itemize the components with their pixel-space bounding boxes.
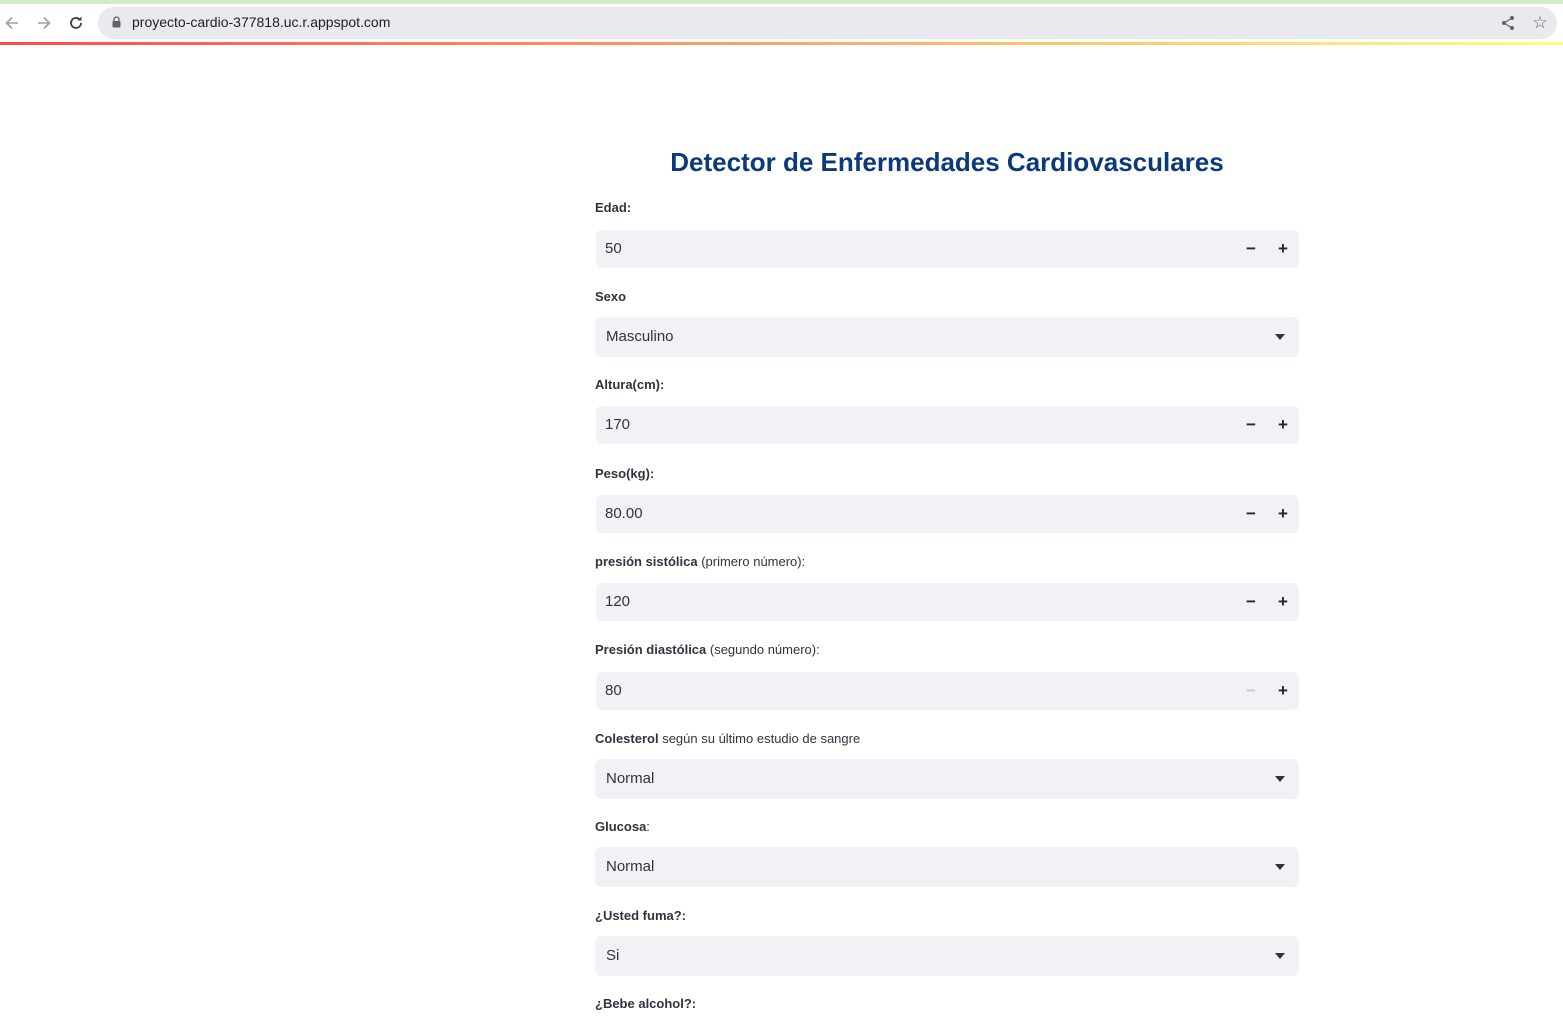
lock-icon[interactable] xyxy=(112,16,121,28)
chevron-down-icon[interactable] xyxy=(1275,334,1285,340)
reload-icon[interactable] xyxy=(65,12,87,34)
back-arrow-icon[interactable] xyxy=(1,12,23,34)
altura-decrement-button[interactable]: − xyxy=(1235,406,1267,444)
edad-value[interactable]: 50 xyxy=(605,240,622,257)
star-icon[interactable]: ☆ xyxy=(1530,13,1550,33)
sexo-select[interactable]: Masculino xyxy=(595,317,1299,357)
glucosa-value[interactable]: Normal xyxy=(606,858,654,875)
peso-increment-button[interactable]: + xyxy=(1267,495,1299,533)
glucosa-label: Glucosa: xyxy=(595,819,650,834)
edad-decrement-button[interactable]: − xyxy=(1235,230,1267,268)
sistolica-number-input[interactable]: 120 − + xyxy=(596,583,1299,621)
peso-decrement-button[interactable]: − xyxy=(1235,495,1267,533)
altura-number-input[interactable]: 170 − + xyxy=(596,406,1299,444)
edad-label: Edad: xyxy=(595,200,632,215)
altura-increment-button[interactable]: + xyxy=(1267,406,1299,444)
colesterol-value[interactable]: Normal xyxy=(606,770,654,787)
edad-number-input[interactable]: 50 − + xyxy=(596,230,1299,268)
peso-number-input[interactable]: 80.00 − + xyxy=(596,495,1299,533)
altura-value[interactable]: 170 xyxy=(605,416,630,433)
diastolica-value[interactable]: 80 xyxy=(605,682,622,699)
app-decoration-bar xyxy=(0,42,1563,45)
peso-label: Peso(kg): xyxy=(595,466,655,481)
share-icon[interactable] xyxy=(1498,13,1518,33)
forward-arrow-icon[interactable] xyxy=(33,12,55,34)
chevron-down-icon[interactable] xyxy=(1275,864,1285,870)
url-text[interactable]: proyecto-cardio-377818.uc.r.appspot.com xyxy=(132,14,390,30)
sexo-value[interactable]: Masculino xyxy=(606,328,674,345)
diastolica-number-input[interactable]: 80 − + xyxy=(596,672,1299,710)
colesterol-label: Colesterol según su último estudio de sa… xyxy=(595,731,861,746)
diastolica-decrement-button[interactable]: − xyxy=(1235,672,1267,710)
altura-label: Altura(cm): xyxy=(595,377,665,392)
alcohol-label: ¿Bebe alcohol?: xyxy=(595,996,697,1011)
sistolica-value[interactable]: 120 xyxy=(605,593,630,610)
fuma-select[interactable]: Si xyxy=(595,936,1299,976)
sistolica-increment-button[interactable]: + xyxy=(1267,583,1299,621)
diastolica-label: Presión diastólica (segundo número): xyxy=(595,642,820,657)
edad-increment-button[interactable]: + xyxy=(1267,230,1299,268)
diastolica-increment-button[interactable]: + xyxy=(1267,672,1299,710)
fuma-value[interactable]: Si xyxy=(606,947,619,964)
fuma-label: ¿Usted fuma?: xyxy=(595,908,686,923)
sexo-label: Sexo xyxy=(595,289,627,304)
browser-toolbar: proyecto-cardio-377818.uc.r.appspot.com … xyxy=(0,4,1563,42)
peso-value[interactable]: 80.00 xyxy=(605,505,643,522)
colesterol-select[interactable]: Normal xyxy=(595,759,1299,799)
sistolica-decrement-button[interactable]: − xyxy=(1235,583,1267,621)
sistolica-label: presión sistólica (primero número): xyxy=(595,554,806,569)
glucosa-select[interactable]: Normal xyxy=(595,847,1299,887)
page-title: Detector de Enfermedades Cardiovasculare… xyxy=(670,147,1224,177)
chevron-down-icon[interactable] xyxy=(1275,953,1285,959)
chevron-down-icon[interactable] xyxy=(1275,776,1285,782)
address-bar[interactable]: proyecto-cardio-377818.uc.r.appspot.com … xyxy=(98,7,1557,39)
